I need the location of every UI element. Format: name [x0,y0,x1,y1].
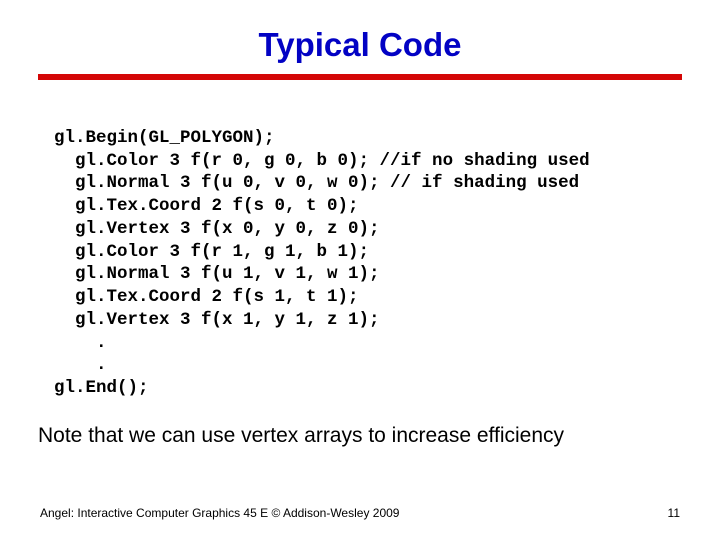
slide: Typical Code gl.Begin(GL_POLYGON); gl.Co… [0,0,720,540]
code-line: gl.Color 3 f(r 0, g 0, b 0); //if no sha… [54,151,590,171]
slide-title: Typical Code [0,0,720,74]
code-line: gl.Color 3 f(r 1, g 1, b 1); [54,242,369,262]
code-line: gl.End(); [54,378,149,398]
code-line: gl.Begin(GL_POLYGON); [54,128,275,148]
horizontal-rule [38,74,682,80]
code-line: . [54,333,107,353]
code-line: gl.Tex.Coord 2 f(s 1, t 1); [54,287,359,307]
footer-text: Angel: Interactive Computer Graphics 45 … [40,506,399,520]
code-line: gl.Tex.Coord 2 f(s 0, t 0); [54,196,359,216]
note-text: Note that we can use vertex arrays to in… [38,424,720,448]
code-line: gl.Vertex 3 f(x 1, y 1, z 1); [54,310,380,330]
code-line: gl.Normal 3 f(u 0, v 0, w 0); // if shad… [54,173,579,193]
page-number: 11 [668,506,680,520]
code-block: gl.Begin(GL_POLYGON); gl.Color 3 f(r 0, … [54,104,720,400]
code-line: gl.Vertex 3 f(x 0, y 0, z 0); [54,219,380,239]
code-line: . [54,355,107,375]
code-line: gl.Normal 3 f(u 1, v 1, w 1); [54,264,380,284]
footer: Angel: Interactive Computer Graphics 45 … [40,506,680,520]
